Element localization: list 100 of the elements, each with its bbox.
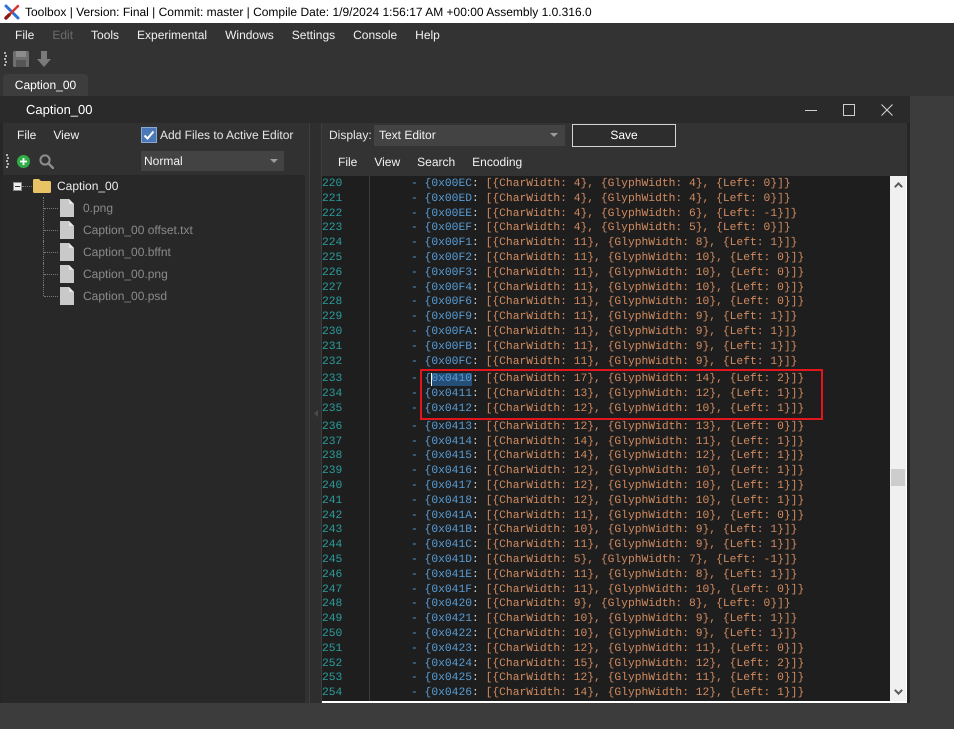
code-line: - {0x0426: [{CharWidth: 14}, {GlyphWidth: 12}, {Left: 1}]}: [411, 686, 804, 701]
line-number: 245: [322, 552, 344, 568]
line-number: 220: [322, 177, 344, 192]
code-line: - {0x00F3: [{CharWidth: 11}, {GlyphWidth: 10}, {Left: 0}]}: [411, 266, 804, 281]
code-line: - {0x00FC: [{CharWidth: 11}, {GlyphWidth: 9}, {Left: 1}]}: [411, 354, 798, 370]
collapse-icon[interactable]: [13, 182, 22, 190]
code-line: - {0x00F1: [{CharWidth: 11}, {GlyphWidth: 8}, {Left: 1}]}: [411, 236, 798, 251]
toolbar-grip[interactable]: [4, 52, 7, 66]
document-tab[interactable]: Caption_00: [3, 74, 88, 96]
line-number: 238: [322, 449, 344, 464]
line-number: 229: [322, 310, 344, 325]
scroll-down-icon[interactable]: [894, 689, 902, 695]
scrollbar-thumb[interactable]: [891, 469, 905, 486]
code-line: - {0x041A: [{CharWidth: 11}, {GlyphWidth: 10}, {Left: 0}]}: [411, 508, 804, 524]
line-number: 226: [322, 266, 344, 281]
file-label[interactable]: 0.png: [83, 201, 114, 215]
code-line: - {0x0414: [{CharWidth: 14}, {GlyphWidth: 11}, {Left: 1}]}: [411, 434, 804, 450]
menu-item[interactable]: Console: [344, 25, 406, 45]
checkbox-label[interactable]: Add Files to Active Editor: [160, 128, 294, 142]
menu-item[interactable]: Encoding: [471, 152, 524, 170]
tools-icon: [4, 4, 20, 20]
menu-item[interactable]: Tools: [82, 25, 128, 45]
line-number: 236: [322, 420, 344, 435]
file-icon: [60, 199, 74, 217]
save-button[interactable]: Save: [572, 124, 676, 146]
line-number: 241: [322, 494, 344, 509]
scroll-up-icon[interactable]: [894, 182, 902, 188]
code-line: - {0x0415: [{CharWidth: 14}, {GlyphWidth: 12}, {Left: 1}]}: [411, 449, 804, 464]
close-icon[interactable]: [881, 104, 893, 116]
code-line: - {0x0421: [{CharWidth: 10}, {GlyphWidth: 9}, {Left: 1}]}: [411, 612, 798, 627]
code-line: - {0x0422: [{CharWidth: 10}, {GlyphWidth: 9}, {Left: 1}]}: [411, 626, 798, 642]
line-number: 254: [322, 686, 344, 701]
line-number: 225: [322, 250, 344, 266]
file-label[interactable]: Caption_00.psd: [83, 289, 168, 303]
caret-icon: [550, 133, 558, 137]
line-number: 248: [322, 597, 344, 612]
code-line: - {0x041F: [{CharWidth: 11}, {GlyphWidth: 10}, {Left: 0}]}: [411, 582, 804, 598]
code-line: - {0x041D: [{CharWidth: 5}, {GlyphWidth: 7}, {Left: -1}]}: [411, 552, 798, 568]
scrollbar[interactable]: [890, 176, 906, 701]
line-number: 252: [322, 656, 344, 672]
line-number: 253: [322, 671, 344, 686]
code-line: - {0x0423: [{CharWidth: 12}, {GlyphWidth: 11}, {Left: 0}]}: [411, 642, 804, 656]
line-number: 232: [322, 354, 344, 370]
code-line: - {0x00F4: [{CharWidth: 11}, {GlyphWidth: 10}, {Left: 0}]}: [411, 280, 804, 296]
code-line: - {0x0418: [{CharWidth: 12}, {GlyphWidth: 10}, {Left: 1}]}: [411, 494, 804, 509]
line-number: 233: [322, 372, 344, 388]
line-number: 250: [322, 626, 344, 642]
line-number: 224: [322, 236, 344, 251]
code-line: - {0x00EC: [{CharWidth: 4}, {GlyphWidth: 4}, {Left: 0}]}: [411, 177, 791, 192]
line-number: 230: [322, 324, 344, 340]
line-number: 234: [322, 387, 344, 402]
menu-item[interactable]: Experimental: [128, 25, 216, 45]
mode-dropdown[interactable]: Normal: [141, 151, 284, 171]
menu-item[interactable]: File: [16, 126, 38, 144]
maximize-icon[interactable]: [843, 104, 855, 116]
search-icon[interactable]: [39, 154, 54, 168]
code-line: - {0x0424: [{CharWidth: 15}, {GlyphWidth: 12}, {Left: 2}]}: [411, 656, 804, 672]
file-label[interactable]: Caption_00.png: [83, 267, 168, 281]
menu-item[interactable]: Windows: [216, 25, 283, 45]
add-icon[interactable]: [17, 154, 30, 168]
menu-item[interactable]: File: [6, 25, 44, 45]
file-label[interactable]: Caption_00 offset.txt: [83, 223, 193, 237]
menu-item[interactable]: View: [373, 152, 402, 170]
menu-item[interactable]: Search: [416, 152, 456, 170]
menu-item[interactable]: Settings: [282, 25, 344, 45]
file-icon: [60, 243, 74, 261]
line-number: 243: [322, 523, 344, 538]
display-label: Display:: [329, 128, 373, 142]
menu-item[interactable]: File: [337, 152, 358, 170]
code-line: - {0x0411: [{CharWidth: 13}, {GlyphWidth: 12}, {Left: 1}]}: [411, 387, 804, 402]
line-number: 223: [322, 221, 344, 236]
editor-window-title: Caption_00: [26, 102, 94, 117]
checkbox[interactable]: [141, 127, 157, 143]
line-number: 227: [322, 280, 344, 296]
folder-icon: [33, 179, 51, 193]
display-dropdown[interactable]: Text Editor: [374, 124, 565, 146]
code-line: - {0x0420: [{CharWidth: 9}, {GlyphWidth: 8}, {Left: 0}]}: [411, 597, 791, 612]
window-title: Toolbox | Version: Final | Commit: master | Compile Date: 1/9/2024 1:56:17 AM +00:00 Assembly 1.0.316.0: [25, 4, 592, 18]
line-number: 231: [322, 340, 344, 355]
code-line: - {0x041C: [{CharWidth: 11}, {GlyphWidth: 9}, {Left: 1}]}: [411, 538, 798, 553]
menu-item[interactable]: View: [52, 126, 80, 144]
code-line: - {0x00F9: [{CharWidth: 11}, {GlyphWidth: 9}, {Left: 1}]}: [411, 310, 798, 325]
code-line: - {0x00ED: [{CharWidth: 4}, {GlyphWidth: 4}, {Left: 0}]}: [411, 192, 791, 207]
code-line: - {0x0425: [{CharWidth: 12}, {GlyphWidth: 11}, {Left: 0}]}: [411, 671, 804, 686]
line-number: 251: [322, 642, 344, 656]
line-number: 239: [322, 464, 344, 479]
toolbar-grip[interactable]: [6, 154, 9, 168]
file-label[interactable]: Caption_00.bffnt: [83, 245, 171, 259]
line-number: 240: [322, 478, 344, 494]
code-line: - {0x0412: [{CharWidth: 12}, {GlyphWidth: 10}, {Left: 1}]}: [411, 402, 804, 417]
code-line: - {0x00EF: [{CharWidth: 4}, {GlyphWidth: 5}, {Left: 0}]}: [411, 221, 791, 236]
code-line: - {0x00F2: [{CharWidth: 11}, {GlyphWidth: 10}, {Left: 0}]}: [411, 250, 804, 266]
line-number: 222: [322, 206, 344, 222]
menu-item[interactable]: Help: [406, 25, 449, 45]
code-line: - {0x00FB: [{CharWidth: 11}, {GlyphWidth: 9}, {Left: 1}]}: [411, 340, 798, 355]
code-line: - {0x00FA: [{CharWidth: 11}, {GlyphWidth: 9}, {Left: 1}]}: [411, 324, 798, 340]
line-number: 242: [322, 508, 344, 524]
line-number: 244: [322, 538, 344, 553]
line-number: 237: [322, 434, 344, 450]
folder-label[interactable]: Caption_00: [57, 179, 118, 193]
